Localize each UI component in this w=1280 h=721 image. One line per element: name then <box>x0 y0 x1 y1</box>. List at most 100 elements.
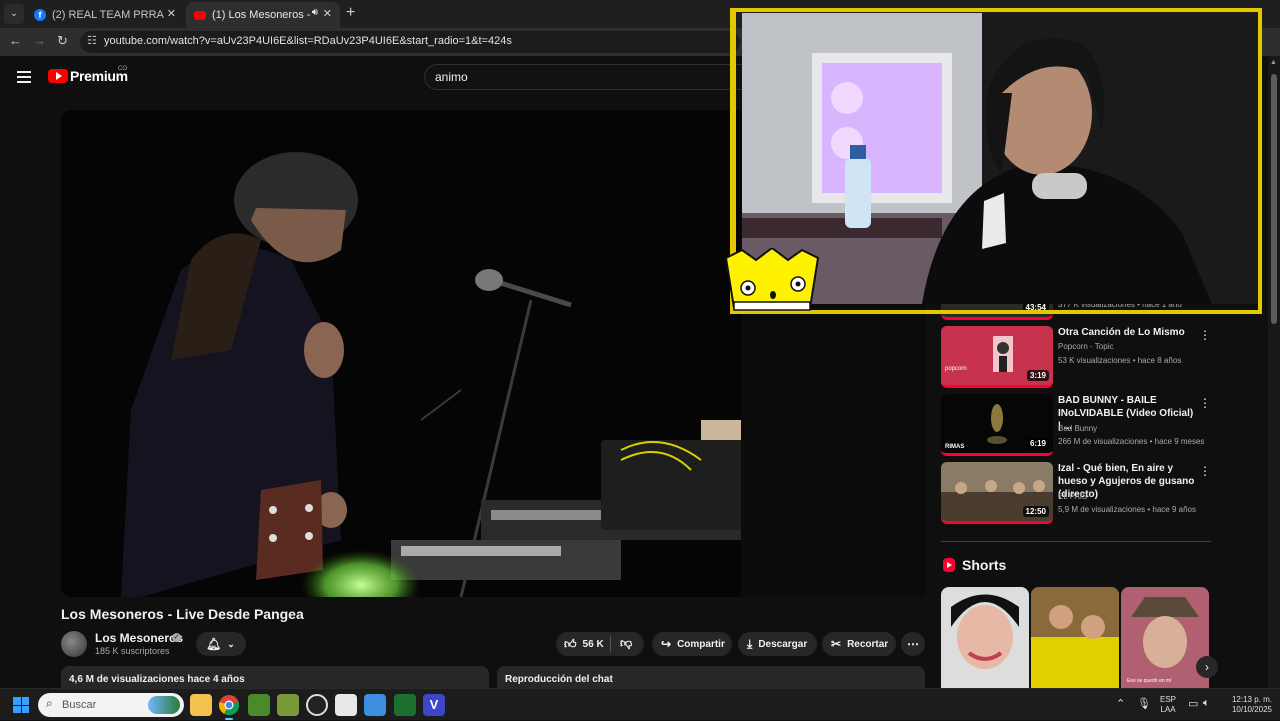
search-icon: ⌕ <box>46 696 53 710</box>
list-item[interactable]: popcorn 3:19 Otra Canción de Lo Mismo Po… <box>941 326 1211 388</box>
tab-youtube[interactable]: (1) Los Mesoneros - Live Desde Pangea - … <box>186 2 340 28</box>
more-vert-icon[interactable]: ⋮ <box>1199 396 1211 410</box>
taskbar-search[interactable]: ⌕ Buscar <box>38 693 184 717</box>
site-info-icon[interactable]: ☷ <box>87 34 97 47</box>
menu-icon[interactable] <box>17 71 31 86</box>
volume-icon[interactable]: 🔈︎ <box>1203 697 1210 710</box>
share-icon: ↪ <box>661 637 672 651</box>
windows-start-icon[interactable] <box>13 697 29 713</box>
url-bar[interactable]: ☷ youtube.com/watch?v=aUv23P4UI6E&list=R… <box>80 31 740 53</box>
clock-date: 10/10/2025 <box>1231 705 1272 714</box>
language-code: ESP <box>1160 695 1177 704</box>
tab-title: (2) REAL TEAM PRRASI | Facebook <box>52 9 164 21</box>
divider <box>610 636 611 652</box>
channel-name[interactable]: Los Mesoneros <box>95 631 183 645</box>
minecraft-launcher-icon[interactable] <box>277 694 299 716</box>
download-button[interactable]: ⤓ Descargar <box>738 632 817 656</box>
duration-badge: 3:19 <box>1026 370 1049 381</box>
channel-name[interactable]: Bad Bunny <box>1058 424 1097 433</box>
scroll-thumb[interactable] <box>1271 74 1277 324</box>
clip-label: Recortar <box>847 638 889 650</box>
scissors-icon: ✂ <box>831 637 842 651</box>
minecraft-icon[interactable] <box>248 694 270 716</box>
download-label: Descargar <box>758 638 808 650</box>
more-icon: ⋯ <box>907 637 919 651</box>
facebook-icon: f <box>34 9 46 21</box>
download-icon: ⤓ <box>747 636 753 651</box>
search-highlight-image <box>148 696 180 714</box>
app-v-icon[interactable]: V <box>423 694 445 716</box>
notifications-button[interactable]: 🔔︎ ⌄ <box>196 632 246 656</box>
subscriber-count: 185 K suscriptores <box>95 646 170 656</box>
chevron-right-icon[interactable]: › <box>1196 656 1218 678</box>
taskbar: ⌕ Buscar V ⌃ 🎙︎ ESP LAA ▭ 🔈︎ 12:13 p. m.… <box>0 688 1280 720</box>
chat-replay-label: Reproducción del chat <box>505 674 613 685</box>
video-thumbnail[interactable]: 12:50 <box>941 462 1053 524</box>
chat-replay-box[interactable]: Reproducción del chat <box>497 666 925 688</box>
video-title[interactable]: Otra Canción de Lo Mismo <box>1058 326 1198 339</box>
reload-icon[interactable]: ↻ <box>57 33 68 49</box>
more-vert-icon[interactable]: ⋮ <box>1199 328 1211 342</box>
search-placeholder: Buscar <box>62 699 97 711</box>
like-count[interactable]: 56 K <box>583 639 604 650</box>
keyboard-layout: LAA <box>1160 705 1176 714</box>
chrome-logo <box>218 695 240 716</box>
calculator-icon[interactable] <box>364 694 386 716</box>
channel-name[interactable]: Popcorn - Topic <box>1058 342 1113 351</box>
avatar[interactable] <box>61 631 87 657</box>
channel-name[interactable]: EL PAÍS <box>1058 492 1087 501</box>
list-item[interactable]: RIMAS 6:19 BAD BUNNY - BAILE INoLVIDABLE… <box>941 394 1211 456</box>
views-and-date: 4,6 M de visualizaciones hace 4 años <box>69 674 245 685</box>
more-vert-icon[interactable]: ⋮ <box>1199 464 1211 478</box>
short-thumbnail[interactable] <box>941 587 1029 688</box>
short-art <box>941 587 1029 688</box>
description-box[interactable]: 4,6 M de visualizaciones hace 4 años <box>61 666 489 688</box>
microphone-icon[interactable]: 🎙︎ <box>1137 697 1151 710</box>
back-icon[interactable]: ← <box>9 33 22 48</box>
nvidia-icon[interactable] <box>394 694 416 716</box>
divider <box>941 541 1211 542</box>
like-dislike-group: 👍︎ 56 K 👎︎ <box>556 632 644 656</box>
speaker-icon[interactable]: 🔊︎ <box>312 7 318 18</box>
app-g-icon[interactable] <box>306 694 328 716</box>
forward-icon[interactable]: → <box>33 33 46 48</box>
notepad-icon[interactable] <box>335 694 357 716</box>
shorts-icon <box>943 558 955 572</box>
scroll-up-icon[interactable]: ▲ <box>1270 59 1277 66</box>
clip-button[interactable]: ✂ Recortar <box>822 632 896 656</box>
video-thumbnail[interactable]: RIMAS 6:19 <box>941 394 1053 456</box>
network-icon[interactable]: ▭ <box>1188 697 1198 710</box>
chevron-up-icon[interactable]: ⌃ <box>1116 697 1125 710</box>
short-art <box>1031 587 1119 688</box>
clock-time: 12:13 p. m. <box>1231 695 1272 704</box>
close-icon[interactable]: ✕ <box>167 7 176 20</box>
video-title: Los Mesoneros - Live Desde Pangea <box>61 606 304 622</box>
youtube-icon <box>194 10 206 20</box>
tab-facebook[interactable]: f (2) REAL TEAM PRRASI | Facebook ✕ <box>26 2 184 28</box>
language-indicator[interactable]: ESP LAA <box>1160 695 1176 715</box>
new-tab-button[interactable]: + <box>346 5 355 21</box>
short-thumbnail[interactable]: Eso se quedó en mí <box>1121 587 1209 688</box>
file-explorer-icon[interactable] <box>190 694 212 716</box>
tab-search-chevron-icon[interactable]: ⌄ <box>4 4 24 24</box>
close-icon[interactable]: ✕ <box>323 7 332 20</box>
search-input[interactable]: animo <box>424 64 754 90</box>
video-meta: 5,9 M de visualizaciones • hace 9 años <box>1058 505 1196 514</box>
list-item[interactable]: 12:50 Izal - Qué bien, En aire y hueso y… <box>941 462 1211 524</box>
more-actions-button[interactable]: ⋯ <box>901 632 925 656</box>
youtube-logo-icon[interactable] <box>48 69 68 83</box>
tab-title: (1) Los Mesoneros - Live Desde Pangea - … <box>212 9 310 21</box>
clock[interactable]: 12:13 p. m. 10/10/2025 <box>1222 695 1272 715</box>
crown-mascot-icon <box>724 248 820 311</box>
page-scrollbar[interactable]: ▲ <box>1268 56 1280 688</box>
share-button[interactable]: ↪ Compartir <box>652 632 732 656</box>
dislike-icon[interactable]: 👎︎ <box>620 636 632 651</box>
verified-icon: ✓ <box>172 633 181 642</box>
video-thumbnail[interactable]: popcorn 3:19 <box>941 326 1053 388</box>
like-icon[interactable]: 👍︎ <box>564 637 577 652</box>
share-label: Compartir <box>677 638 725 650</box>
chrome-icon[interactable] <box>218 694 240 720</box>
url-text: youtube.com/watch?v=aUv23P4UI6E&list=RDa… <box>104 35 512 47</box>
search-value: animo <box>435 70 468 84</box>
short-thumbnail[interactable] <box>1031 587 1119 688</box>
